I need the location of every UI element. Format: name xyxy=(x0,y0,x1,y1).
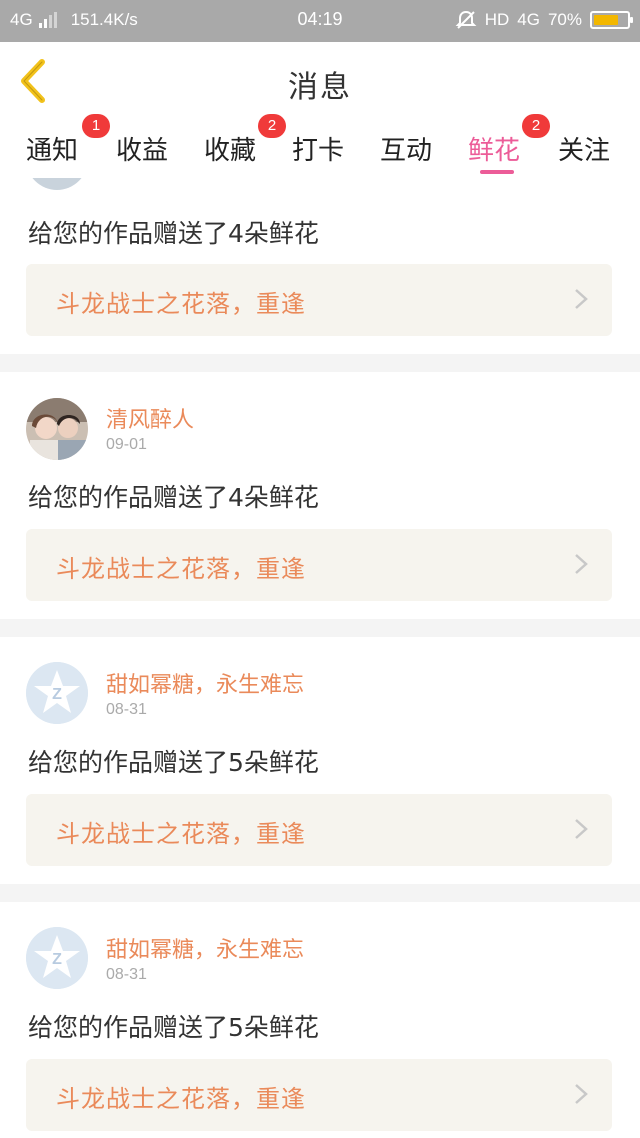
work-title: 斗龙战士之花落，重逢 xyxy=(56,555,306,583)
chevron-right-icon xyxy=(575,1084,588,1104)
username[interactable]: 甜如幂糖，永生难忘 xyxy=(106,932,304,964)
hd-label: HD xyxy=(484,10,510,29)
chevron-right-icon xyxy=(575,289,588,309)
flowers-badge: 2 xyxy=(522,114,550,138)
active-tab-indicator xyxy=(480,170,514,174)
tab-label: 鲜花 xyxy=(468,136,521,166)
header: 消息 xyxy=(0,42,640,120)
divider xyxy=(0,884,640,902)
message-date: 09-01 xyxy=(106,436,147,453)
status-bar: 4G 151.4K/s 04:19 HD 4G 70% xyxy=(0,0,640,42)
battery-percent: 70% xyxy=(547,10,582,29)
user-photo-icon xyxy=(26,398,88,460)
status-right: HD 4G 70% xyxy=(455,9,633,31)
avatar[interactable]: Z xyxy=(26,927,88,989)
message-text: 给您的作品赠送了4朵鲜花 xyxy=(28,219,319,248)
work-link[interactable]: 斗龙战士之花落，重逢 xyxy=(26,264,612,336)
tab-earnings[interactable]: 收益 xyxy=(116,130,168,167)
tab-favorites[interactable]: 收藏 xyxy=(204,130,256,167)
battery-icon xyxy=(590,11,633,29)
work-title: 斗龙战士之花落，重逢 xyxy=(56,820,306,848)
tab-label: 互动 xyxy=(380,136,433,166)
tab-follow[interactable]: 关注 xyxy=(558,130,610,167)
divider xyxy=(0,619,640,637)
tab-label: 收藏 xyxy=(204,136,257,166)
mute-alarm-icon xyxy=(455,10,477,29)
username[interactable]: 甜如幂糖，永生难忘 xyxy=(106,667,304,699)
avatar[interactable] xyxy=(26,398,88,460)
favorites-badge: 2 xyxy=(258,114,286,138)
message-date: 08-31 xyxy=(106,701,147,718)
tab-label: 关注 xyxy=(558,136,611,166)
tab-label: 通知 xyxy=(26,136,79,166)
divider xyxy=(0,354,640,372)
page-title: 消息 xyxy=(288,70,352,105)
network-label-right: 4G xyxy=(517,10,540,29)
chevron-right-icon xyxy=(575,819,588,839)
chevron-right-icon xyxy=(575,554,588,574)
message-text: 给您的作品赠送了4朵鲜花 xyxy=(28,483,319,512)
work-title: 斗龙战士之花落，重逢 xyxy=(56,290,306,318)
default-avatar-icon: Z xyxy=(26,927,88,989)
default-avatar-icon: Z xyxy=(26,662,88,724)
tab-checkin[interactable]: 打卡 xyxy=(292,130,344,167)
tab-flowers[interactable]: 鲜花 xyxy=(468,130,520,167)
work-link[interactable]: 斗龙战士之花落，重逢 xyxy=(26,794,612,866)
message-text: 给您的作品赠送了5朵鲜花 xyxy=(28,748,319,777)
tab-bar: 通知 1 收益 收藏 2 打卡 互动 鲜花 2 关注 xyxy=(0,114,640,176)
work-title: 斗龙战士之花落，重逢 xyxy=(56,1085,306,1113)
work-link[interactable]: 斗龙战士之花落，重逢 xyxy=(26,529,612,601)
message-date: 08-31 xyxy=(106,966,147,983)
tab-label: 打卡 xyxy=(292,136,345,166)
message-text: 给您的作品赠送了5朵鲜花 xyxy=(28,1013,319,1042)
tab-interaction[interactable]: 互动 xyxy=(380,130,432,167)
avatar[interactable]: Z xyxy=(26,662,88,724)
svg-text:Z: Z xyxy=(52,951,62,968)
tab-label: 收益 xyxy=(116,136,169,166)
svg-text:Z: Z xyxy=(52,686,62,703)
tab-notify[interactable]: 通知 xyxy=(26,130,78,167)
username[interactable]: 清风醉人 xyxy=(106,402,194,434)
notify-badge: 1 xyxy=(82,114,110,138)
work-link[interactable]: 斗龙战士之花落，重逢 xyxy=(26,1059,612,1131)
